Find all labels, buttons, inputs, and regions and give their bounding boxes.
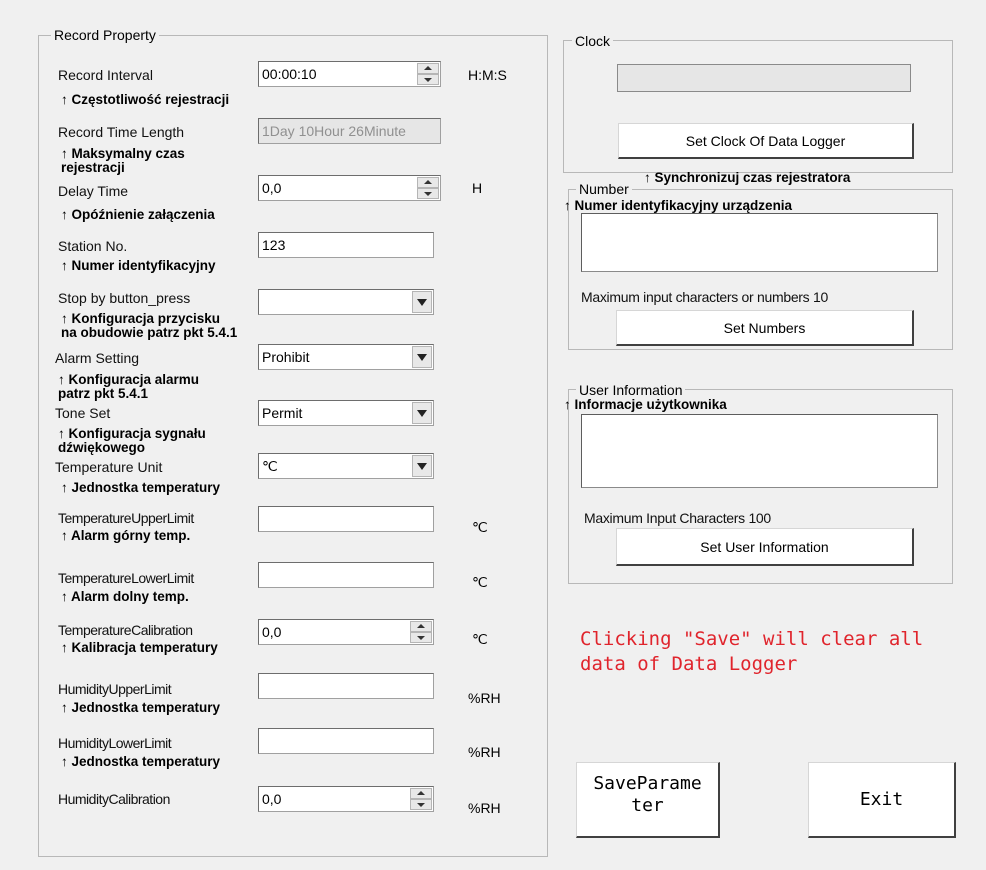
alarm-setting-note: ↑ Konfiguracja alarmu patrz pkt 5.4.1 (58, 372, 200, 401)
delay-time-spin[interactable] (417, 177, 439, 199)
temp-upper-limit-input[interactable] (258, 506, 434, 532)
clock-title: Clock (572, 33, 614, 49)
record-time-length-label: Record Time Length (58, 124, 185, 140)
temp-calibration-stepper[interactable]: 0,0 (258, 619, 434, 645)
hum-calibration-stepper[interactable]: 0,0 (258, 786, 434, 812)
user-info-title: User Information (576, 382, 686, 398)
temperature-unit-label: Temperature Unit (55, 459, 163, 475)
station-no-note: ↑ Numer identyfikacyjny (61, 258, 216, 273)
record-time-length-note: ↑ Maksymalny czas rejestracji (61, 146, 185, 175)
hum-calibration-label: HumidityCalibration (58, 791, 170, 807)
exit-button[interactable]: Exit (808, 762, 956, 838)
record-interval-stepper[interactable]: 00:00:10 (258, 61, 441, 87)
user-info-note: ↑ Informacje użytkownika (564, 397, 727, 412)
exit-button-label: Exit (859, 789, 904, 810)
hum-upper-limit-note: ↑ Jednostka temperatury (61, 700, 221, 715)
delay-time-note: ↑ Opóźnienie załączenia (61, 207, 215, 222)
hum-upper-limit-unit: %RH (468, 690, 501, 706)
set-user-info-button[interactable]: Set User Information (616, 528, 914, 566)
station-no-label: Station No. (58, 238, 128, 254)
record-interval-spin[interactable] (417, 63, 439, 85)
stop-by-button-select[interactable] (258, 289, 434, 315)
tone-set-select[interactable]: Permit (258, 400, 434, 426)
number-note: ↑ Numer identyfikacyjny urządzenia (564, 198, 793, 213)
hum-lower-limit-label: HumidityLowerLimit (58, 735, 172, 751)
clock-note: ↑ Synchronizuj czas rejestratora (644, 170, 851, 185)
hum-upper-limit-input[interactable] (258, 673, 434, 699)
temperature-unit-value: ℃ (262, 458, 278, 474)
delay-time-label: Delay Time (58, 183, 129, 199)
temp-lower-limit-input[interactable] (258, 562, 434, 588)
hum-calibration-spin[interactable] (410, 788, 432, 810)
user-info-input[interactable] (581, 414, 938, 488)
chevron-down-icon[interactable] (412, 291, 432, 313)
spin-up-icon[interactable] (417, 177, 439, 188)
hum-lower-limit-note: ↑ Jednostka temperatury (61, 754, 221, 769)
set-numbers-button[interactable]: Set Numbers (616, 310, 914, 346)
temp-upper-limit-unit: ℃ (472, 519, 488, 535)
delay-time-stepper[interactable]: 0,0 (258, 175, 441, 201)
spin-down-icon[interactable] (410, 632, 432, 643)
record-interval-unit: H:M:S (468, 67, 507, 83)
user-info-max-text: Maximum Input Characters 100 (584, 510, 771, 526)
chevron-down-icon[interactable] (412, 455, 432, 477)
hum-calibration-value: 0,0 (262, 791, 282, 807)
spin-up-icon[interactable] (410, 621, 432, 632)
temp-calibration-spin[interactable] (410, 621, 432, 643)
temp-upper-limit-note: ↑ Alarm górny temp. (61, 528, 191, 543)
hum-upper-limit-label: HumidityUpperLimit (58, 681, 172, 697)
alarm-setting-select[interactable]: Prohibit (258, 344, 434, 370)
station-no-value: 123 (262, 237, 286, 253)
temp-lower-limit-label: TemperatureLowerLimit (58, 570, 194, 586)
station-no-input[interactable]: 123 (258, 232, 434, 258)
tone-set-value: Permit (262, 405, 303, 421)
temp-upper-limit-label: TemperatureUpperLimit (58, 510, 194, 526)
spin-down-icon[interactable] (417, 74, 439, 85)
chevron-down-icon[interactable] (412, 346, 432, 368)
record-interval-note: ↑ Częstotliwość rejestracji (61, 92, 230, 107)
set-user-info-button-label: Set User Information (700, 539, 829, 555)
temperature-unit-select[interactable]: ℃ (258, 453, 434, 479)
hum-lower-limit-input[interactable] (258, 728, 434, 754)
temp-calibration-unit: ℃ (472, 631, 488, 647)
alarm-setting-label: Alarm Setting (55, 350, 140, 366)
spin-down-icon[interactable] (417, 188, 439, 199)
record-property-title: Record Property (51, 27, 159, 43)
temp-calibration-label: TemperatureCalibration (58, 622, 193, 638)
hum-calibration-unit: %RH (468, 800, 501, 816)
tone-set-label: Tone Set (55, 405, 111, 421)
stop-by-button-label: Stop by button_press (58, 290, 191, 306)
temp-lower-limit-note: ↑ Alarm dolny temp. (61, 589, 189, 604)
temp-calibration-note: ↑ Kalibracja temperatury (61, 640, 218, 655)
chevron-down-icon[interactable] (412, 402, 432, 424)
tone-set-note: ↑ Konfiguracja sygnału dźwiękowego (58, 426, 206, 455)
temp-calibration-value: 0,0 (262, 624, 282, 640)
clock-display (617, 64, 911, 92)
record-interval-value: 00:00:10 (262, 66, 317, 82)
save-warning-text: Clicking "Save" will clear all data of D… (580, 628, 924, 675)
record-interval-label: Record Interval (58, 67, 153, 83)
stop-by-button-note: ↑ Konfiguracja przycisku na obudowie pat… (61, 311, 238, 340)
spin-up-icon[interactable] (417, 63, 439, 74)
spin-up-icon[interactable] (410, 788, 432, 799)
save-parameter-button[interactable]: SaveParame ter (576, 762, 720, 838)
record-time-length-field: 1Day 10Hour 26Minute (258, 118, 441, 144)
number-title: Number (576, 181, 632, 197)
save-parameter-button-label: SaveParame ter (593, 773, 702, 816)
set-clock-button-label: Set Clock Of Data Logger (685, 133, 846, 149)
temperature-unit-note: ↑ Jednostka temperatury (61, 480, 221, 495)
delay-time-unit: H (472, 180, 483, 196)
number-input[interactable] (581, 213, 938, 272)
spin-down-icon[interactable] (410, 799, 432, 810)
delay-time-value: 0,0 (262, 180, 282, 196)
set-clock-button[interactable]: Set Clock Of Data Logger (618, 123, 914, 159)
hum-lower-limit-unit: %RH (468, 744, 501, 760)
record-time-length-value: 1Day 10Hour 26Minute (262, 123, 406, 139)
alarm-setting-value: Prohibit (262, 349, 310, 365)
number-max-text: Maximum input characters or numbers 10 (581, 289, 828, 305)
temp-lower-limit-unit: ℃ (472, 574, 488, 590)
set-numbers-button-label: Set Numbers (723, 320, 806, 336)
